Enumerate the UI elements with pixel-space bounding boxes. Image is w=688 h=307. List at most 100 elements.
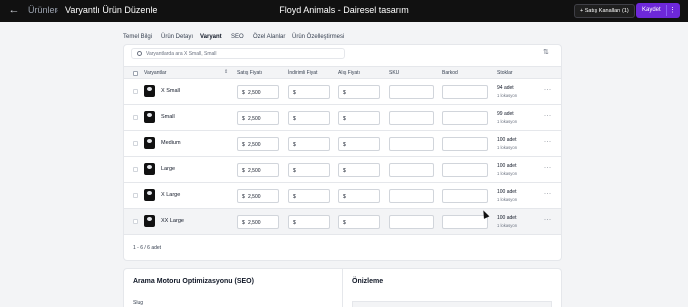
table-row[interactable]: XX Large $2,500 $ $ 100 adet 1 lokasyon ·… [124, 209, 561, 235]
save-button-divider [666, 5, 667, 16]
variant-name: X Small [161, 88, 180, 94]
barcode-input[interactable] [442, 189, 488, 203]
row-more-icon[interactable]: ··· [544, 165, 552, 171]
tab-product-customization[interactable]: Ürün Özelleştirmesi [292, 34, 344, 40]
table-row[interactable]: Large $2,500 $ $ 100 adet 1 lokasyon ··· [124, 157, 561, 183]
barcode-input[interactable] [442, 111, 488, 125]
discount-price-input[interactable]: $ [288, 111, 330, 125]
row-checkbox[interactable] [133, 219, 138, 224]
table-row[interactable]: X Large $2,500 $ $ 100 adet 1 lokasyon ··… [124, 183, 561, 209]
sale-price-value: 2,500 [248, 193, 261, 200]
stock-locations: 1 lokasyon [497, 223, 518, 228]
sale-price-input[interactable]: $2,500 [237, 137, 279, 151]
stock-count: 100 adet [497, 137, 517, 143]
variant-thumbnail [144, 85, 155, 97]
tab-variant[interactable]: Varyant [200, 34, 222, 40]
discount-price-input[interactable]: $ [288, 163, 330, 177]
stock-locations: 1 lokasyon [497, 197, 518, 202]
variants-card: Varyantlarda ara X Small, Small ⇅ Varyan… [123, 44, 562, 261]
sku-input[interactable] [389, 215, 434, 229]
sale-price-input[interactable]: $2,500 [237, 189, 279, 203]
preview-box [352, 301, 552, 307]
stock-info[interactable]: 99 adet 1 lokasyon [497, 111, 517, 125]
stock-info[interactable]: 100 adet 1 lokasyon [497, 189, 517, 203]
sku-input[interactable] [389, 137, 434, 151]
barcode-input[interactable] [442, 137, 488, 151]
sale-price-input[interactable]: $2,500 [237, 163, 279, 177]
stock-info[interactable]: 94 adet 1 lokasyon [497, 85, 517, 99]
discount-price-input[interactable]: $ [288, 85, 330, 99]
currency-symbol: $ [242, 141, 245, 148]
currency-symbol: $ [293, 89, 296, 96]
search-icon [137, 51, 142, 56]
variant-search-input[interactable]: Varyantlarda ara X Small, Small [131, 48, 345, 59]
sale-price-input[interactable]: $2,500 [237, 215, 279, 229]
currency-symbol: $ [343, 115, 346, 122]
select-all-checkbox[interactable] [133, 70, 138, 76]
discount-price-input[interactable]: $ [288, 215, 330, 229]
barcode-input[interactable] [442, 215, 488, 229]
table-header: Varyantlar ⇕ Satış Fiyatı İndirimli Fiya… [124, 66, 561, 79]
stock-locations: 1 lokasyon [497, 119, 518, 124]
stock-info[interactable]: 100 adet 1 lokasyon [497, 137, 517, 151]
sku-input[interactable] [389, 189, 434, 203]
row-more-icon[interactable]: ··· [544, 87, 552, 93]
preview-card: Önizleme [343, 268, 562, 307]
barcode-input[interactable] [442, 85, 488, 99]
stock-info[interactable]: 100 adet 1 lokasyon [497, 215, 517, 229]
sku-input[interactable] [389, 85, 434, 99]
preview-title: Önizleme [352, 278, 384, 285]
row-more-icon[interactable]: ··· [544, 139, 552, 145]
purchase-price-input[interactable]: $ [338, 85, 380, 99]
tab-basic-info[interactable]: Temel Bilgi [123, 34, 152, 40]
column-sku: SKU [389, 70, 400, 76]
row-checkbox[interactable] [133, 167, 138, 172]
sale-price-value: 2,500 [248, 141, 261, 148]
stock-locations: 1 lokasyon [497, 145, 518, 150]
table-row[interactable]: Medium $2,500 $ $ 100 adet 1 lokasyon ··· [124, 131, 561, 157]
purchase-price-input[interactable]: $ [338, 189, 380, 203]
discount-price-input[interactable]: $ [288, 189, 330, 203]
column-variants[interactable]: Varyantlar [144, 70, 166, 76]
variant-thumbnail [144, 189, 155, 201]
row-checkbox[interactable] [133, 141, 138, 146]
stock-info[interactable]: 100 adet 1 lokasyon [497, 163, 517, 177]
sale-price-input[interactable]: $2,500 [237, 111, 279, 125]
tab-seo[interactable]: SEO [231, 34, 244, 40]
sales-channels-button[interactable]: + Satış Kanalları (1) [574, 4, 635, 18]
variant-name: Small [161, 114, 175, 120]
row-more-icon[interactable]: ··· [544, 113, 552, 119]
table-row[interactable]: Small $2,500 $ $ 99 adet 1 lokasyon ··· [124, 105, 561, 131]
sku-input[interactable] [389, 163, 434, 177]
purchase-price-input[interactable]: $ [338, 163, 380, 177]
sku-input[interactable] [389, 111, 434, 125]
row-checkbox[interactable] [133, 193, 138, 198]
discount-price-input[interactable]: $ [288, 137, 330, 151]
chevron-sort-icon[interactable]: ⇕ [224, 69, 228, 75]
barcode-input[interactable] [442, 163, 488, 177]
table-row[interactable]: X Small $2,500 $ $ 94 adet 1 lokasyon ··· [124, 79, 561, 105]
sort-arrows-icon[interactable]: ⇅ [543, 48, 549, 56]
sale-price-input[interactable]: $2,500 [237, 85, 279, 99]
purchase-price-input[interactable]: $ [338, 111, 380, 125]
variant-name: X Large [161, 192, 181, 198]
stock-count: 94 adet [497, 85, 514, 91]
column-sale-price: Satış Fiyatı [237, 70, 263, 76]
row-checkbox[interactable] [133, 89, 138, 94]
purchase-price-input[interactable]: $ [338, 215, 380, 229]
tab-product-detail[interactable]: Ürün Detayı [161, 34, 193, 40]
tab-custom-fields[interactable]: Özel Alanlar [253, 34, 285, 40]
currency-symbol: $ [343, 193, 346, 200]
column-stocks: Stoklar [497, 70, 513, 76]
seo-card: Arama Motoru Optimizasyonu (SEO) Slug [123, 268, 343, 307]
save-button[interactable]: Kaydet ⋮ [636, 3, 680, 18]
row-checkbox[interactable] [133, 115, 138, 120]
currency-symbol: $ [343, 141, 346, 148]
row-more-icon[interactable]: ··· [544, 217, 552, 223]
column-discount-price: İndirimli Fiyat [288, 70, 318, 76]
more-vertical-icon[interactable]: ⋮ [669, 6, 676, 14]
pagination-count: 1 - 6 / 6 adet [133, 245, 162, 251]
row-more-icon[interactable]: ··· [544, 191, 552, 197]
currency-symbol: $ [293, 115, 296, 122]
purchase-price-input[interactable]: $ [338, 137, 380, 151]
